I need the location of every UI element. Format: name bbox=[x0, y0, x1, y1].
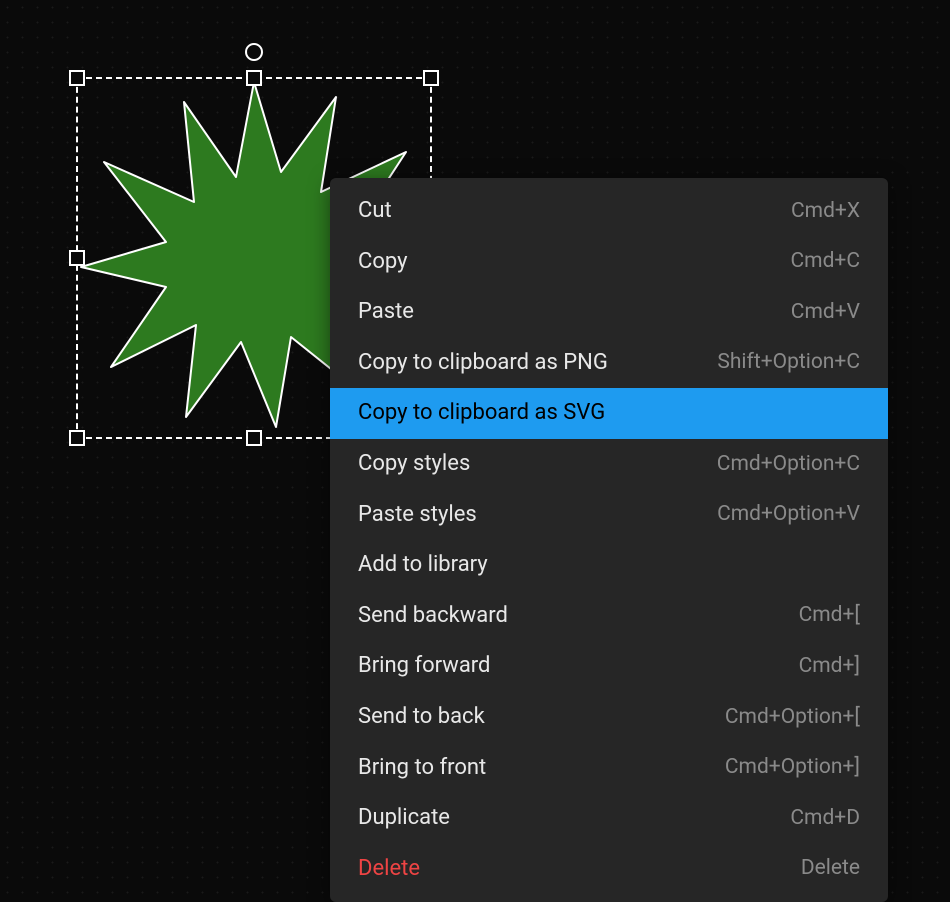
menu-item-shortcut: Shift+Option+C bbox=[717, 349, 860, 376]
canvas-area[interactable]: Cut Cmd+X Copy Cmd+C Paste Cmd+V Copy to clipb… bbox=[0, 0, 950, 886]
menu-item-label: Send to back bbox=[358, 703, 485, 732]
menu-item-delete[interactable]: Delete Delete bbox=[330, 844, 888, 895]
menu-item-duplicate[interactable]: Duplicate Cmd+D bbox=[330, 793, 888, 844]
menu-item-send-to-back[interactable]: Send to back Cmd+Option+[ bbox=[330, 692, 888, 743]
menu-item-label: Delete bbox=[358, 855, 420, 884]
menu-item-shortcut: Cmd+Option+V bbox=[717, 501, 860, 528]
resize-handle-top-right[interactable] bbox=[423, 70, 439, 86]
menu-item-shortcut: Delete bbox=[801, 855, 860, 882]
resize-handle-top-middle[interactable] bbox=[246, 70, 262, 86]
menu-item-label: Bring forward bbox=[358, 652, 490, 681]
menu-item-shortcut: Cmd+C bbox=[790, 248, 860, 275]
menu-item-paste[interactable]: Paste Cmd+V bbox=[330, 287, 888, 338]
menu-item-copy-styles[interactable]: Copy styles Cmd+Option+C bbox=[330, 439, 888, 490]
menu-item-shortcut: Cmd+X bbox=[791, 198, 860, 225]
menu-item-shortcut: Cmd+V bbox=[791, 299, 860, 326]
resize-handle-top-left[interactable] bbox=[69, 70, 85, 86]
menu-item-label: Paste styles bbox=[358, 501, 477, 530]
resize-handle-middle-left[interactable] bbox=[69, 250, 85, 266]
menu-item-label: Send backward bbox=[358, 602, 508, 631]
menu-item-copy-to-clipboard-as-svg[interactable]: Copy to clipboard as SVG bbox=[330, 388, 888, 439]
menu-item-copy-to-clipboard-as-png[interactable]: Copy to clipboard as PNG Shift+Option+C bbox=[330, 338, 888, 389]
menu-item-label: Copy bbox=[358, 248, 408, 277]
menu-item-shortcut: Cmd+Option+] bbox=[725, 754, 860, 781]
menu-item-label: Paste bbox=[358, 298, 414, 327]
menu-item-label: Copy to clipboard as SVG bbox=[358, 399, 605, 428]
menu-item-send-backward[interactable]: Send backward Cmd+[ bbox=[330, 591, 888, 642]
menu-item-add-to-library[interactable]: Add to library bbox=[330, 540, 888, 591]
menu-item-copy[interactable]: Copy Cmd+C bbox=[330, 237, 888, 288]
menu-item-label: Add to library bbox=[358, 551, 488, 580]
menu-item-shortcut: Cmd+Option+[ bbox=[725, 704, 860, 731]
menu-item-label: Bring to front bbox=[358, 754, 486, 783]
resize-handle-bottom-left[interactable] bbox=[69, 430, 85, 446]
menu-item-shortcut: Cmd+] bbox=[799, 653, 860, 680]
menu-item-label: Copy to clipboard as PNG bbox=[358, 349, 608, 378]
menu-item-label: Cut bbox=[358, 197, 392, 226]
menu-item-bring-to-front[interactable]: Bring to front Cmd+Option+] bbox=[330, 743, 888, 794]
menu-item-shortcut: Cmd+D bbox=[790, 805, 860, 832]
resize-handle-bottom-middle[interactable] bbox=[246, 430, 262, 446]
context-menu: Cut Cmd+X Copy Cmd+C Paste Cmd+V Copy to clipb… bbox=[330, 178, 888, 902]
menu-item-label: Duplicate bbox=[358, 804, 450, 833]
menu-item-shortcut: Cmd+Option+C bbox=[717, 451, 860, 478]
rotation-handle[interactable] bbox=[245, 43, 263, 61]
menu-item-bring-forward[interactable]: Bring forward Cmd+] bbox=[330, 641, 888, 692]
menu-item-label: Copy styles bbox=[358, 450, 470, 479]
menu-item-cut[interactable]: Cut Cmd+X bbox=[330, 186, 888, 237]
menu-item-shortcut: Cmd+[ bbox=[799, 602, 860, 629]
menu-item-paste-styles[interactable]: Paste styles Cmd+Option+V bbox=[330, 490, 888, 541]
